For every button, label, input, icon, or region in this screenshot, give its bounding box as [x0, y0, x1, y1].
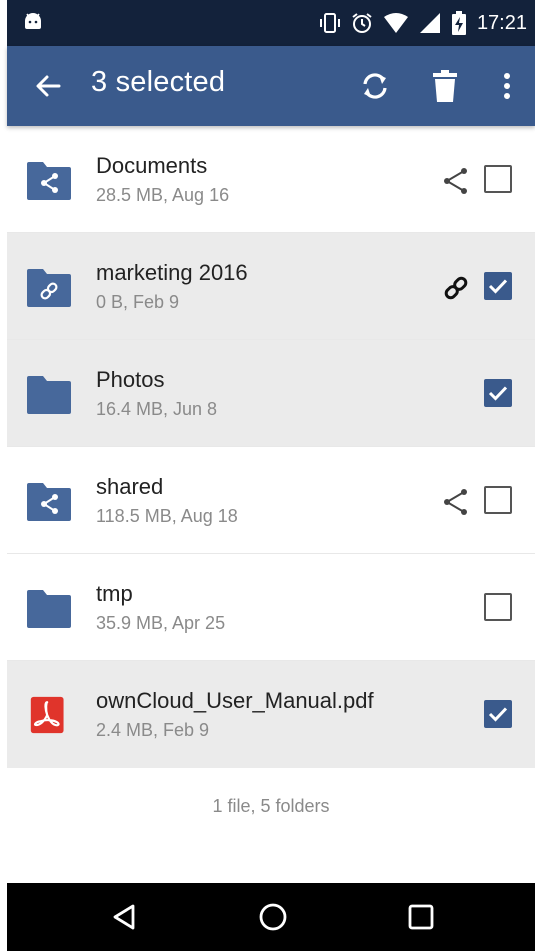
delete-button[interactable]	[425, 66, 465, 106]
more-vert-icon	[504, 73, 510, 99]
link-icon	[444, 276, 468, 300]
trash-icon	[433, 70, 457, 102]
folder-icon	[27, 590, 71, 628]
select-checkbox[interactable]	[484, 165, 512, 193]
app-bar: 3 selected	[7, 46, 535, 126]
file-list: Documents 28.5 MB, Aug 16 marketing 2016…	[7, 126, 535, 768]
selection-count-title: 3 selected	[91, 66, 226, 98]
pdf-icon	[30, 696, 64, 734]
folder-icon	[27, 376, 71, 414]
recents-square-icon[interactable]	[405, 901, 437, 933]
status-icons: 17:21	[319, 10, 527, 36]
file-name: marketing 2016	[96, 260, 248, 285]
alarm-icon	[352, 13, 372, 33]
battery-charging-icon	[451, 11, 466, 35]
file-name: shared	[96, 474, 164, 499]
file-row-photos[interactable]: Photos 16.4 MB, Jun 8	[7, 340, 535, 447]
sync-icon	[363, 73, 387, 99]
share-icon	[444, 489, 467, 515]
more-options-button[interactable]	[487, 66, 527, 106]
wifi-icon	[383, 13, 408, 33]
sync-button[interactable]	[355, 66, 395, 106]
shared-folder-icon	[27, 162, 71, 200]
screen: 17:21 3 selected Documents 28.5 MB, Aug …	[7, 0, 535, 951]
share-icon	[444, 168, 467, 194]
back-triangle-icon[interactable]	[109, 901, 141, 933]
checkmark-icon	[488, 386, 508, 401]
file-name: tmp	[96, 581, 133, 606]
select-checkbox[interactable]	[484, 272, 512, 300]
file-row-tmp[interactable]: tmp 35.9 MB, Apr 25	[7, 554, 535, 661]
file-row-user-manual-pdf[interactable]: ownCloud_User_Manual.pdf 2.4 MB, Feb 9	[7, 661, 535, 768]
file-meta: 16.4 MB, Jun 8	[96, 399, 218, 419]
file-meta: 0 B, Feb 9	[96, 292, 180, 312]
file-row-marketing-2016[interactable]: marketing 2016 0 B, Feb 9	[7, 233, 535, 340]
file-name: ownCloud_User_Manual.pdf	[96, 688, 374, 713]
select-checkbox[interactable]	[484, 593, 512, 621]
select-checkbox[interactable]	[484, 379, 512, 407]
file-meta: 28.5 MB, Aug 16	[96, 185, 230, 205]
file-row-shared[interactable]: shared 118.5 MB, Aug 18	[7, 447, 535, 554]
file-meta: 35.9 MB, Apr 25	[96, 613, 226, 633]
file-name: Documents	[96, 153, 208, 178]
file-meta: 2.4 MB, Feb 9	[96, 720, 210, 740]
signal-icon	[419, 13, 440, 33]
file-row-documents[interactable]: Documents 28.5 MB, Aug 16	[7, 126, 535, 233]
file-name: Photos	[96, 367, 165, 392]
link-folder-icon	[27, 269, 71, 307]
select-checkbox[interactable]	[484, 486, 512, 514]
android-icon	[25, 13, 41, 29]
file-meta: 118.5 MB, Aug 18	[96, 506, 238, 526]
back-arrow-icon[interactable]	[31, 68, 67, 104]
list-summary: 1 file, 5 folders	[212, 796, 330, 816]
shared-folder-icon	[27, 483, 71, 521]
status-bar: 17:21	[7, 0, 535, 46]
home-circle-icon[interactable]	[257, 901, 289, 933]
system-nav-bar	[7, 883, 535, 951]
checkmark-icon	[488, 707, 508, 722]
checkmark-icon	[488, 279, 508, 294]
clock-time: 17:21	[476, 11, 527, 34]
select-checkbox[interactable]	[484, 700, 512, 728]
vibrate-icon	[319, 13, 340, 33]
